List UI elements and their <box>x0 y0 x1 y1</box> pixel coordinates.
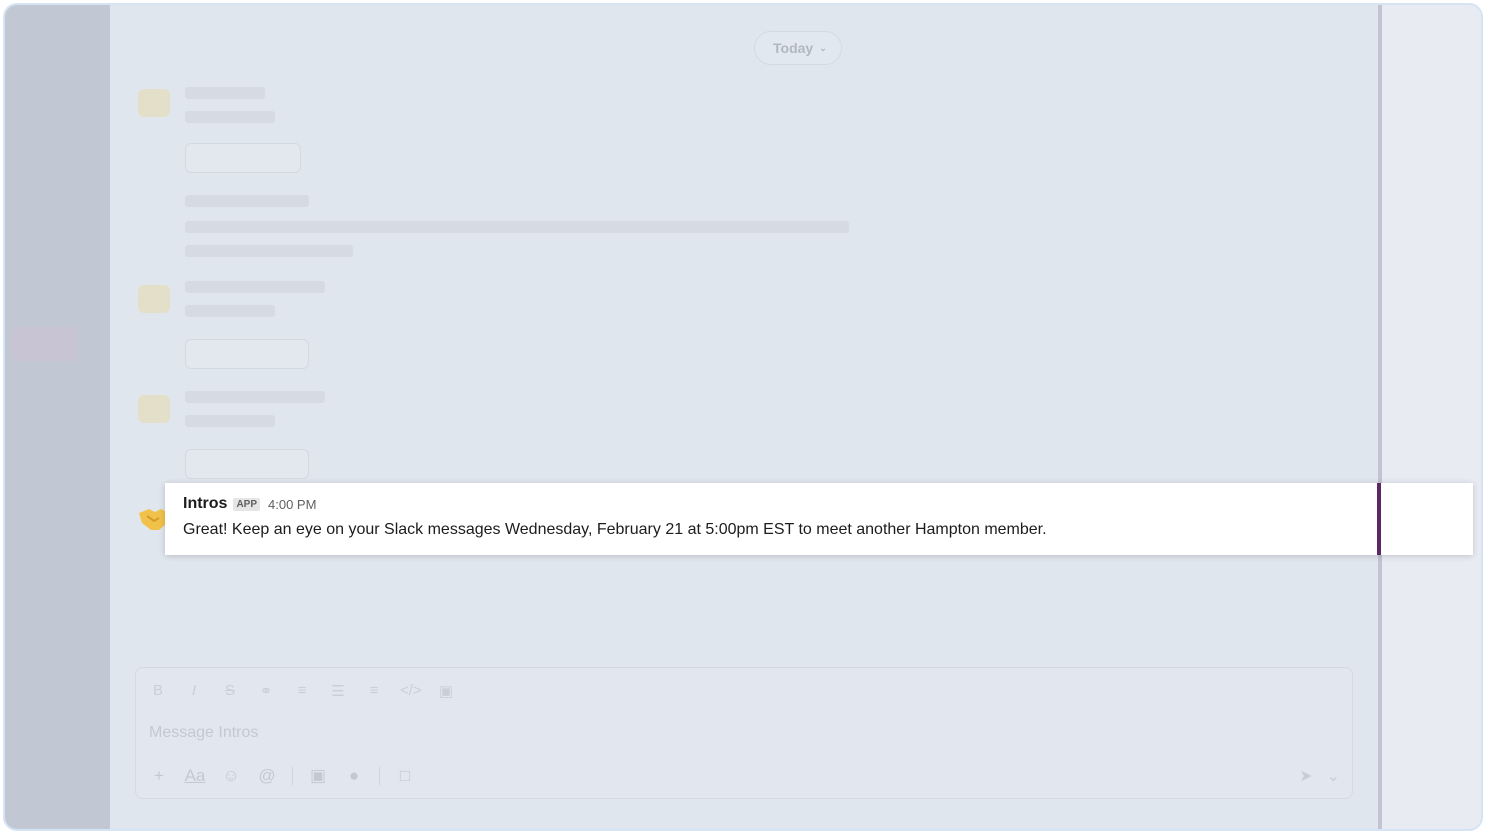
avatar <box>138 395 170 423</box>
date-divider-button[interactable]: Today ⌄ <box>754 31 842 65</box>
send-icon[interactable]: ➤ <box>1299 766 1312 786</box>
toolbar-divider <box>292 767 293 785</box>
message-timestamp[interactable]: 4:00 PM <box>268 497 316 512</box>
blurred-text <box>185 245 353 257</box>
video-icon[interactable]: ▣ <box>307 766 329 786</box>
message-header: Intros APP 4:00 PM <box>183 495 316 513</box>
mention-icon[interactable]: @ <box>256 766 278 786</box>
chevron-down-icon[interactable]: ⌄ <box>1327 766 1340 786</box>
ordered-list-icon[interactable]: ≡ <box>292 682 312 700</box>
formatting-toolbar: B I S ⚭ ≡ ☰ ≡ </> ▣ <box>148 682 456 700</box>
sender-name[interactable]: Intros <box>183 495 227 513</box>
link-icon[interactable]: ⚭ <box>256 682 276 700</box>
bulleted-list-icon[interactable]: ☰ <box>328 682 348 700</box>
app-badge: APP <box>233 497 261 511</box>
message-input[interactable]: Message Intros <box>149 724 258 742</box>
microphone-icon[interactable]: ● <box>343 766 365 786</box>
toolbar-divider <box>379 767 380 785</box>
bold-icon[interactable]: B <box>148 682 168 700</box>
code-block-icon[interactable]: ▣ <box>436 682 456 700</box>
text-format-icon[interactable]: Aa <box>184 766 206 786</box>
blurred-button <box>185 339 309 369</box>
blurred-text <box>185 305 275 317</box>
highlighted-message[interactable]: Intros APP 4:00 PM Great! Keep an eye on… <box>165 483 1473 555</box>
blurred-text <box>185 415 275 427</box>
avatar <box>138 89 170 117</box>
blurred-button <box>185 449 309 479</box>
blurred-text <box>185 87 265 99</box>
code-icon[interactable]: </> <box>400 682 422 700</box>
plus-icon[interactable]: + <box>148 766 170 786</box>
blurred-button <box>185 143 301 173</box>
app-window: Today ⌄ B I S ⚭ ≡ ☰ ≡ </> ▣ Message Intr… <box>3 3 1483 831</box>
send-controls: ➤ ⌄ <box>1299 766 1340 786</box>
slash-command-icon[interactable]: □ <box>394 766 416 786</box>
sidebar <box>5 5 110 829</box>
numbered-list-icon[interactable]: ≡ <box>364 682 384 700</box>
composer-toolbar: + Aa ☺ @ ▣ ● □ <box>148 766 416 786</box>
right-panel <box>1382 5 1481 829</box>
blurred-text <box>185 221 849 233</box>
blurred-text <box>185 281 325 293</box>
sidebar-active-item[interactable] <box>11 327 77 361</box>
accent-bar <box>1377 483 1381 555</box>
blurred-text <box>185 195 309 207</box>
message-text: Great! Keep an eye on your Slack message… <box>183 521 1047 538</box>
avatar <box>138 285 170 313</box>
message-composer: B I S ⚭ ≡ ☰ ≡ </> ▣ Message Intros + Aa … <box>135 667 1353 799</box>
strikethrough-icon[interactable]: S <box>220 682 240 700</box>
blurred-text <box>185 391 325 403</box>
date-divider-label: Today <box>773 40 814 56</box>
chevron-down-icon: ⌄ <box>819 42 827 53</box>
emoji-icon[interactable]: ☺ <box>220 766 242 786</box>
message-pane: Today ⌄ B I S ⚭ ≡ ☰ ≡ </> ▣ Message Intr… <box>110 5 1378 829</box>
blurred-text <box>185 111 275 123</box>
italic-icon[interactable]: I <box>184 682 204 700</box>
